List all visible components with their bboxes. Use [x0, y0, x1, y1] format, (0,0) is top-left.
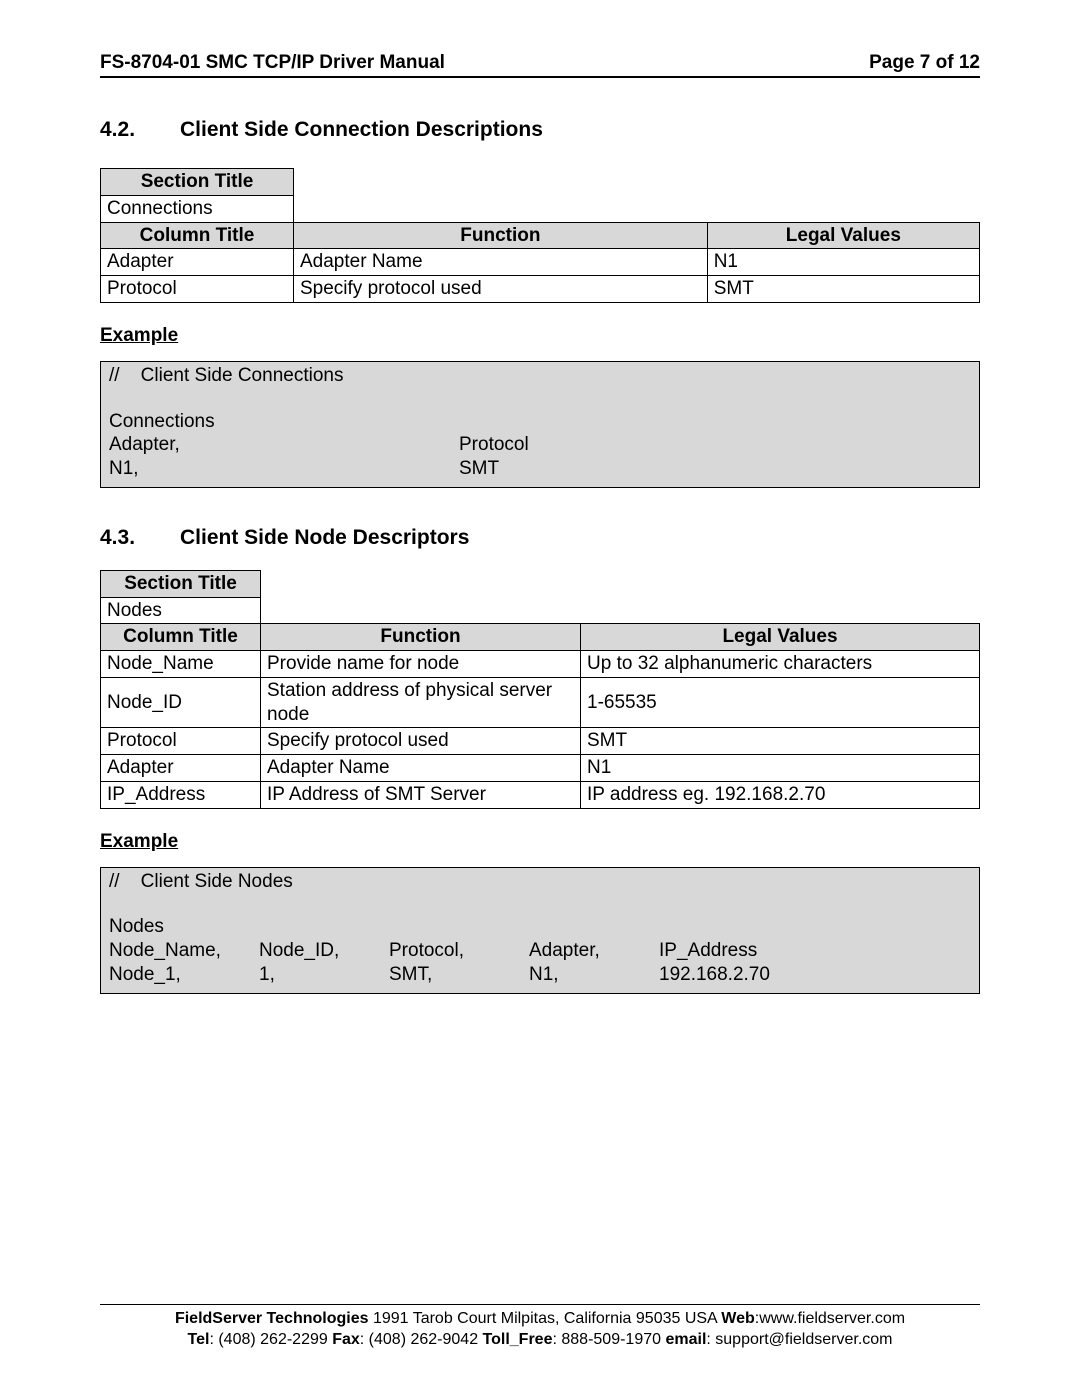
example-comment: // Client Side Connections — [109, 364, 971, 388]
cell: Adapter Name — [261, 755, 581, 782]
footer-address: 1991 Tarob Court Milpitas, California 95… — [369, 1310, 722, 1327]
cell: Protocol — [101, 728, 261, 755]
footer-company: FieldServer Technologies — [175, 1310, 369, 1327]
page-footer: FieldServer Technologies 1991 Tarob Cour… — [100, 1304, 980, 1351]
example-header: Adapter, — [109, 433, 459, 457]
col-header-function: Function — [261, 624, 581, 651]
example-header: Adapter, — [529, 939, 659, 963]
nodes-example-box: // Client Side Nodes Nodes Node_Name, No… — [100, 867, 980, 994]
table-row: Node_Name Provide name for node Up to 32… — [101, 651, 980, 678]
footer-fax-label: Fax — [332, 1331, 360, 1348]
section-title-header: Section Title — [101, 169, 294, 196]
cell: Station address of physical server node — [261, 677, 581, 728]
example-value: SMT, — [389, 963, 529, 987]
table-row: Protocol Specify protocol used SMT — [101, 276, 980, 303]
section-number: 4.3. — [100, 526, 180, 550]
col-header-legal-values: Legal Values — [581, 624, 980, 651]
section-heading-4-2: 4.2. Client Side Connection Descriptions — [100, 118, 980, 142]
cell: IP_Address — [101, 781, 261, 808]
footer-toll-value: : 888-509-1970 — [552, 1331, 665, 1348]
cell: N1 — [707, 249, 979, 276]
example-comment: // Client Side Nodes — [109, 870, 971, 894]
example-value: N1, — [109, 457, 459, 481]
example-header: Node_Name, — [109, 939, 259, 963]
example-header: Node_ID, — [259, 939, 389, 963]
section-title-header: Section Title — [101, 570, 261, 597]
example-section: Connections — [109, 410, 971, 434]
footer-tel-label: Tel — [188, 1331, 210, 1348]
section-title: Client Side Node Descriptors — [180, 526, 469, 550]
example-value: Node_1, — [109, 963, 259, 987]
section-title: Client Side Connection Descriptions — [180, 118, 543, 142]
table-row: Protocol Specify protocol used SMT — [101, 728, 980, 755]
example-value: 192.168.2.70 — [659, 963, 971, 987]
example-section: Nodes — [109, 915, 971, 939]
cell: Provide name for node — [261, 651, 581, 678]
example-heading: Example — [100, 325, 980, 347]
col-header-function: Function — [294, 222, 708, 249]
page: FS-8704-01 SMC TCP/IP Driver Manual Page… — [0, 0, 1080, 1397]
col-header-column-title: Column Title — [101, 222, 294, 249]
example-value: 1, — [259, 963, 389, 987]
example-value: SMT — [459, 457, 759, 481]
section-number: 4.2. — [100, 118, 180, 142]
example-header: IP_Address — [659, 939, 971, 963]
cell: SMT — [581, 728, 980, 755]
cell: Specify protocol used — [261, 728, 581, 755]
table-row: Adapter Adapter Name N1 — [101, 249, 980, 276]
footer-email-label: email — [665, 1331, 706, 1348]
example-value: N1, — [529, 963, 659, 987]
cell: SMT — [707, 276, 979, 303]
example-header: Protocol, — [389, 939, 529, 963]
footer-web-value: :www.fieldserver.com — [755, 1310, 905, 1327]
col-header-column-title: Column Title — [101, 624, 261, 651]
footer-web-label: Web — [721, 1310, 754, 1327]
cell: 1-65535 — [581, 677, 980, 728]
cell: Adapter — [101, 755, 261, 782]
footer-fax-value: : (408) 262-9042 — [360, 1331, 483, 1348]
example-header: Protocol — [459, 433, 759, 457]
cell: Adapter — [101, 249, 294, 276]
cell: Protocol — [101, 276, 294, 303]
cell: Up to 32 alphanumeric characters — [581, 651, 980, 678]
cell: IP address eg. 192.168.2.70 — [581, 781, 980, 808]
col-header-legal-values: Legal Values — [707, 222, 979, 249]
doc-title: FS-8704-01 SMC TCP/IP Driver Manual — [100, 52, 445, 74]
cell: Node_Name — [101, 651, 261, 678]
section-title-value: Nodes — [101, 597, 261, 624]
nodes-definition-table: Section Title Nodes Column Title Functio… — [100, 570, 980, 809]
footer-toll-label: Toll_Free — [483, 1331, 553, 1348]
table-row: Adapter Adapter Name N1 — [101, 755, 980, 782]
table-row: IP_Address IP Address of SMT Server IP a… — [101, 781, 980, 808]
footer-tel-value: : (408) 262-2299 — [209, 1331, 332, 1348]
cell: Specify protocol used — [294, 276, 708, 303]
cell: Node_ID — [101, 677, 261, 728]
cell: Adapter Name — [294, 249, 708, 276]
footer-email-value: : support@fieldserver.com — [706, 1331, 892, 1348]
connections-example-box: // Client Side Connections Connections A… — [100, 361, 980, 488]
section-title-value: Connections — [101, 195, 294, 222]
page-number: Page 7 of 12 — [869, 52, 980, 74]
cell: IP Address of SMT Server — [261, 781, 581, 808]
table-row: Node_ID Station address of physical serv… — [101, 677, 980, 728]
cell: N1 — [581, 755, 980, 782]
page-header: FS-8704-01 SMC TCP/IP Driver Manual Page… — [100, 52, 980, 78]
section-heading-4-3: 4.3. Client Side Node Descriptors — [100, 526, 980, 550]
connections-definition-table: Section Title Connections Column Title F… — [100, 168, 980, 303]
example-heading: Example — [100, 831, 980, 853]
